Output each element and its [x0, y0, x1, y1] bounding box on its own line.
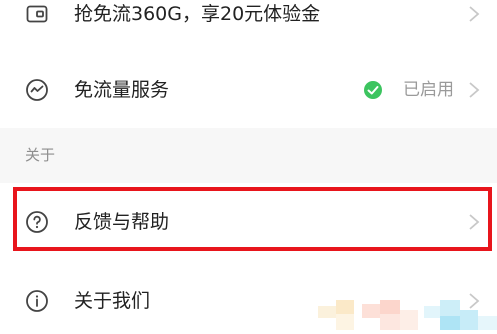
status-badge: 已启用	[403, 80, 454, 100]
question-circle-icon	[26, 211, 48, 233]
promo-label: 抢免流360G，享20元体验金	[74, 3, 321, 25]
feedback-help-label: 反馈与帮助	[74, 211, 170, 233]
chevron-right-icon	[469, 293, 480, 309]
free-data-service-label: 免流量服务	[74, 79, 170, 101]
chevron-right-icon	[469, 6, 480, 22]
about-us-label: 关于我们	[74, 290, 151, 312]
section-title: 关于	[25, 146, 56, 164]
about-us-menu-item[interactable]: 关于我们	[0, 261, 497, 330]
wave-circle-icon	[26, 79, 48, 101]
chevron-right-icon	[469, 214, 480, 230]
chevron-right-icon	[469, 82, 480, 98]
check-circle-icon	[364, 81, 382, 99]
free-data-service-menu-item[interactable]: 免流量服务 已启用	[0, 58, 497, 128]
feedback-help-menu-item[interactable]: 反馈与帮助	[0, 183, 497, 261]
info-circle-icon	[26, 290, 48, 312]
section-header-about: 关于	[0, 128, 497, 183]
card-icon	[26, 5, 48, 23]
promo-menu-item[interactable]: 抢免流360G，享20元体验金	[0, 0, 497, 58]
